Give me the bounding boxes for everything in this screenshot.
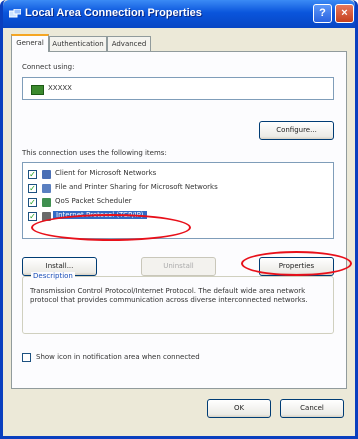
general-tab-panel: Connect using: XXXXX Configure... This c…: [11, 51, 347, 389]
network-connection-icon: [9, 9, 21, 18]
item-label: QoS Packet Scheduler: [55, 197, 132, 205]
tab-advanced[interactable]: Advanced: [107, 36, 151, 51]
description-group: Description Transmission Control Protoco…: [22, 272, 334, 334]
connect-using-label: Connect using:: [22, 63, 75, 71]
properties-dialog: Local Area Connection Properties ? × Gen…: [0, 0, 358, 439]
dialog-title: Local Area Connection Properties: [25, 7, 202, 19]
description-text: Transmission Control Protocol/Internet P…: [30, 287, 308, 304]
title-bar[interactable]: Local Area Connection Properties ? ×: [3, 0, 355, 28]
checkbox[interactable]: ✓: [28, 170, 37, 179]
components-list[interactable]: ✓ Client for Microsoft Networks ✓ File a…: [22, 162, 334, 239]
list-item[interactable]: ✓ QoS Packet Scheduler: [25, 196, 331, 209]
description-title: Description: [31, 272, 75, 280]
file-sharing-icon: [42, 184, 51, 193]
item-label: File and Printer Sharing for Microsoft N…: [55, 183, 218, 191]
help-button[interactable]: ?: [313, 4, 332, 23]
close-button[interactable]: ×: [335, 4, 354, 23]
notify-label: Show icon in notification area when conn…: [36, 353, 200, 361]
client-icon: [42, 170, 51, 179]
list-item-selected[interactable]: ✓ Internet Protocol (TCP/IP): [25, 210, 331, 223]
adapter-name: XXXXX: [48, 84, 72, 92]
checkbox[interactable]: ✓: [28, 212, 37, 221]
checkbox[interactable]: ✓: [28, 184, 37, 193]
configure-button[interactable]: Configure...: [259, 121, 334, 140]
list-item[interactable]: ✓ Client for Microsoft Networks: [25, 168, 331, 181]
qos-icon: [42, 198, 51, 207]
protocol-icon: [42, 212, 51, 221]
checkbox[interactable]: ✓: [28, 198, 37, 207]
tab-authentication[interactable]: Authentication: [49, 36, 107, 51]
item-label: Internet Protocol (TCP/IP): [53, 211, 147, 219]
item-label: Client for Microsoft Networks: [55, 169, 157, 177]
components-label: This connection uses the following items…: [22, 149, 167, 157]
notify-checkbox[interactable]: [22, 353, 31, 362]
network-adapter-icon: [31, 85, 44, 95]
uninstall-button[interactable]: Uninstall: [141, 257, 216, 276]
cancel-button[interactable]: Cancel: [280, 399, 344, 418]
ok-button[interactable]: OK: [207, 399, 271, 418]
properties-button[interactable]: Properties: [259, 257, 334, 276]
list-item[interactable]: ✓ File and Printer Sharing for Microsoft…: [25, 182, 331, 195]
adapter-field: XXXXX: [22, 77, 334, 100]
tab-general[interactable]: General: [11, 34, 49, 52]
